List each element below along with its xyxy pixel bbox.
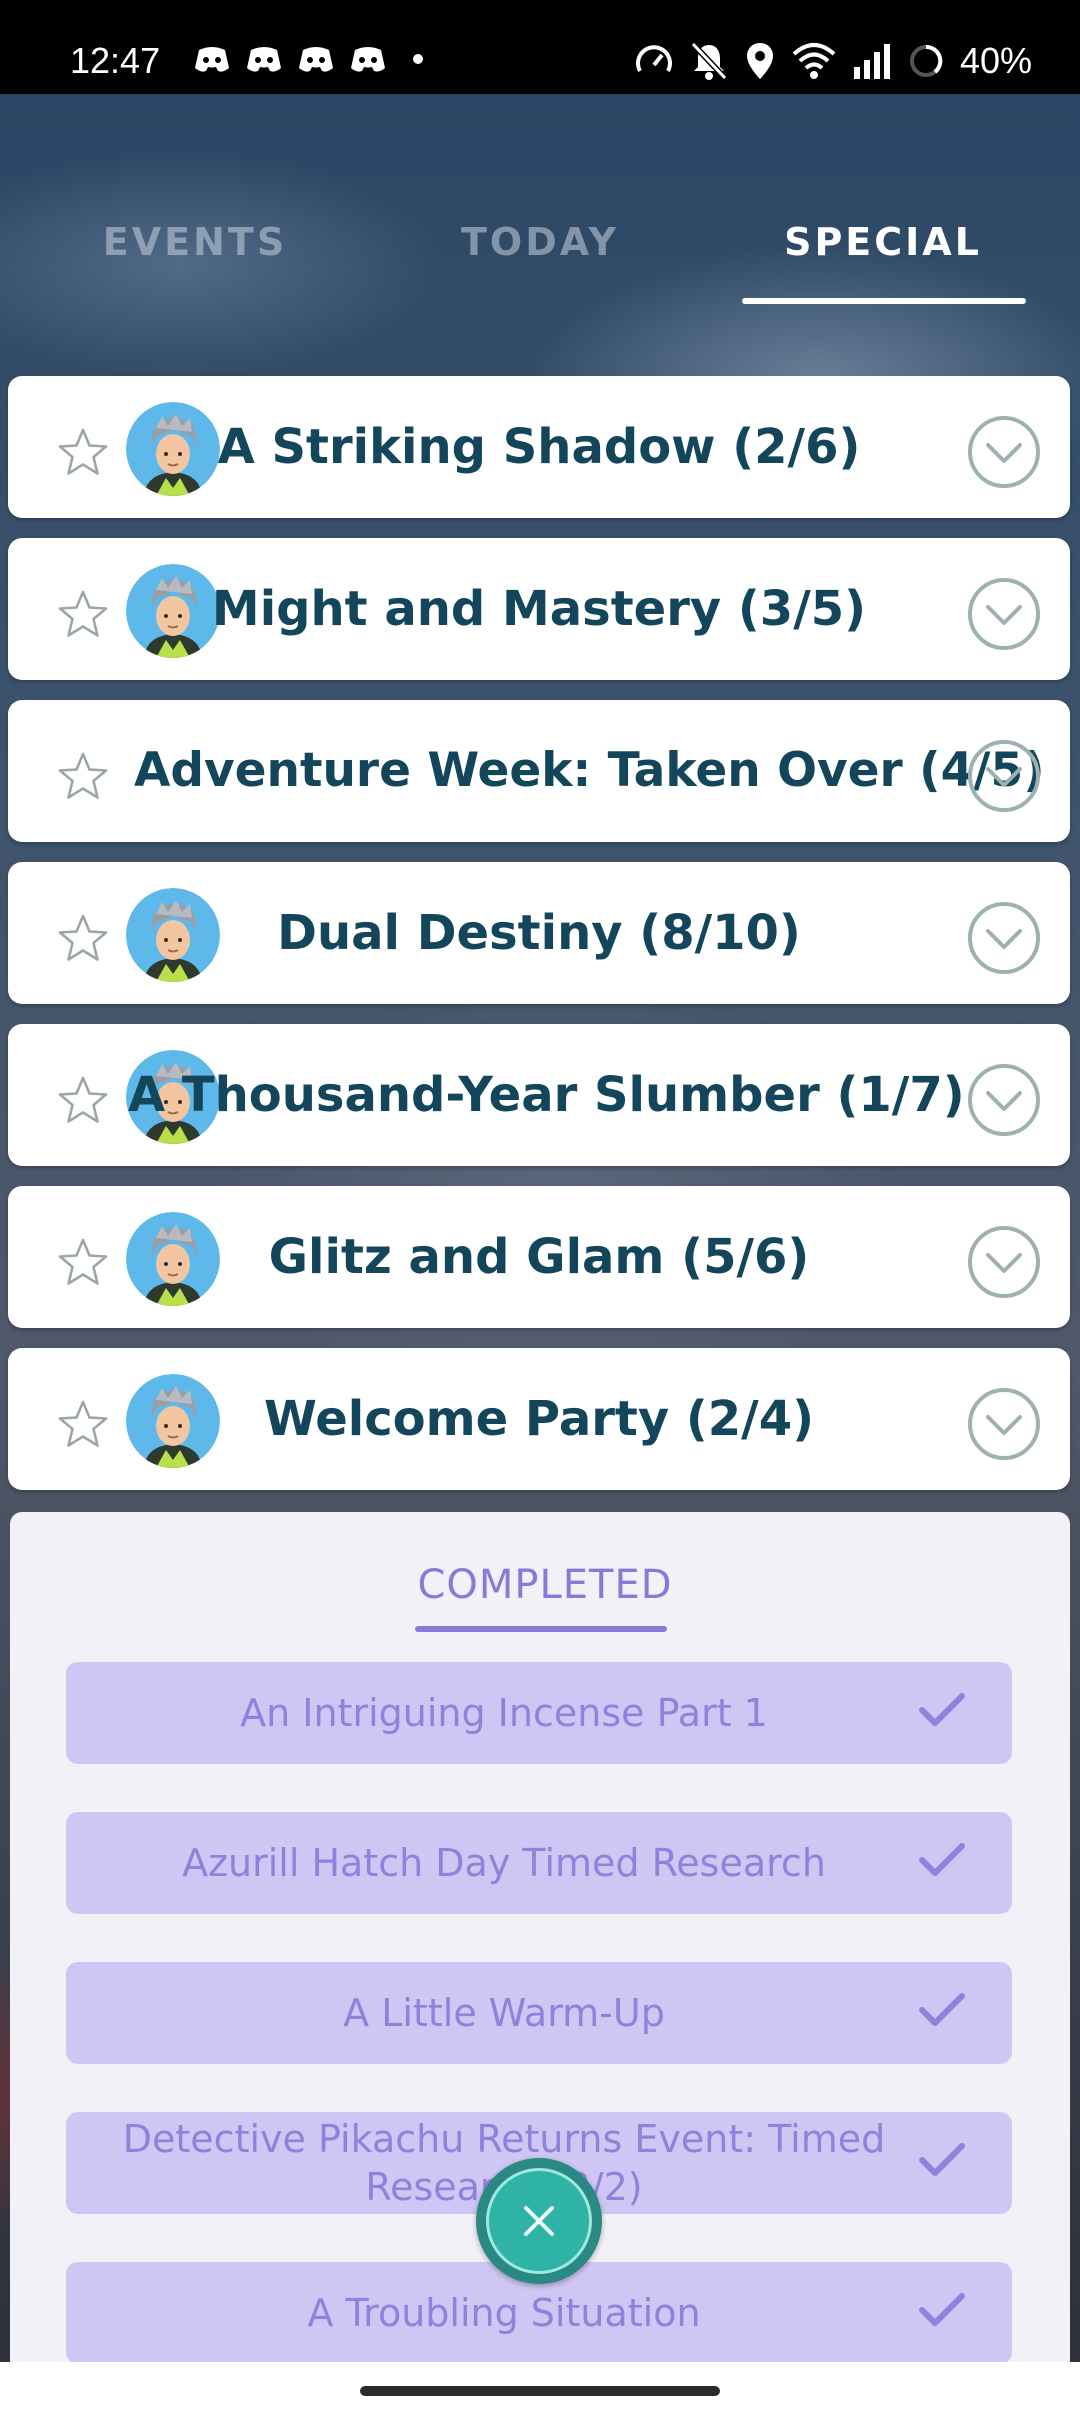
battery-icon: [909, 44, 943, 77]
completed-item[interactable]: Azurill Hatch Day Timed Research: [66, 1812, 1012, 1914]
tab-bar: EVENTS TODAY SPECIAL: [0, 200, 1080, 310]
completed-item[interactable]: A Little Warm-Up: [66, 1962, 1012, 2064]
location-icon: [746, 43, 773, 79]
status-bar: 12:47 40%: [0, 0, 1080, 94]
mute-icon: [690, 41, 728, 81]
star-icon[interactable]: [56, 750, 110, 804]
quest-title: A Thousand-Year Slumber (1/7): [128, 1067, 965, 1123]
quest-title: Welcome Party (2/4): [263, 1391, 815, 1447]
tab-today[interactable]: TODAY: [430, 220, 650, 264]
completed-item-label: An Intriguing Incense Part 1: [240, 1691, 768, 1735]
chevron-down-icon[interactable]: [966, 1062, 1042, 1138]
wifi-icon: [792, 43, 836, 79]
chevron-down-icon[interactable]: [966, 738, 1042, 814]
home-indicator[interactable]: [360, 2386, 720, 2396]
quest-card[interactable]: A Striking Shadow (2/6): [8, 376, 1070, 518]
star-icon[interactable]: [56, 588, 110, 642]
checkmark-icon: [918, 1690, 966, 1730]
quest-title: A Striking Shadow (2/6): [217, 419, 861, 475]
quest-card[interactable]: Adventure Week: Taken Over (4/5): [8, 700, 1070, 842]
completed-item-label: A Little Warm-Up: [343, 1991, 665, 2035]
discord-icon: [351, 47, 385, 72]
quest-card[interactable]: Glitz and Glam (5/6): [8, 1186, 1070, 1328]
tab-events[interactable]: EVENTS: [70, 220, 320, 264]
quest-card[interactable]: Welcome Party (2/4): [8, 1348, 1070, 1490]
speed-icon: [636, 45, 672, 72]
completed-item[interactable]: An Intriguing Incense Part 1: [66, 1662, 1012, 1764]
discord-icon: [247, 47, 281, 72]
status-time: 12:47: [70, 40, 161, 81]
tab-special[interactable]: SPECIAL: [742, 220, 1024, 264]
star-icon[interactable]: [56, 426, 110, 480]
quest-card[interactable]: Dual Destiny (8/10): [8, 862, 1070, 1004]
completed-tab-indicator: [415, 1626, 667, 1632]
chevron-down-icon[interactable]: [966, 1386, 1042, 1462]
quest-title: Glitz and Glam (5/6): [268, 1229, 810, 1285]
more-notifications-dot: [413, 54, 423, 64]
chevron-down-icon[interactable]: [966, 414, 1042, 490]
quest-card[interactable]: Might and Mastery (3/5): [8, 538, 1070, 680]
quest-title: Might and Mastery (3/5): [211, 581, 867, 637]
completed-item-label: Azurill Hatch Day Timed Research: [182, 1841, 826, 1885]
chevron-down-icon[interactable]: [966, 1224, 1042, 1300]
quest-title: Adventure Week: Taken Over (4/5): [134, 743, 1045, 798]
quest-card[interactable]: A Thousand-Year Slumber (1/7): [8, 1024, 1070, 1166]
close-button[interactable]: [476, 2158, 602, 2284]
discord-icon: [195, 47, 229, 72]
checkmark-icon: [918, 2290, 966, 2330]
chevron-down-icon[interactable]: [966, 576, 1042, 652]
navigation-bar: [0, 2362, 1080, 2412]
discord-icon: [299, 47, 333, 72]
completed-item-label: A Troubling Situation: [307, 2291, 701, 2335]
close-icon: [524, 2206, 554, 2236]
checkmark-icon: [918, 2140, 966, 2180]
star-icon[interactable]: [56, 912, 110, 966]
star-icon[interactable]: [56, 1398, 110, 1452]
quest-title: Dual Destiny (8/10): [277, 905, 801, 961]
star-icon[interactable]: [56, 1236, 110, 1290]
signal-icon: [853, 44, 890, 79]
checkmark-icon: [918, 1990, 966, 2030]
active-tab-indicator: [742, 298, 1026, 304]
battery-percent: 40%: [959, 40, 1032, 81]
chevron-down-icon[interactable]: [966, 900, 1042, 976]
checkmark-icon: [918, 1840, 966, 1880]
completed-tab[interactable]: COMPLETED: [415, 1562, 675, 1608]
star-icon[interactable]: [56, 1074, 110, 1128]
